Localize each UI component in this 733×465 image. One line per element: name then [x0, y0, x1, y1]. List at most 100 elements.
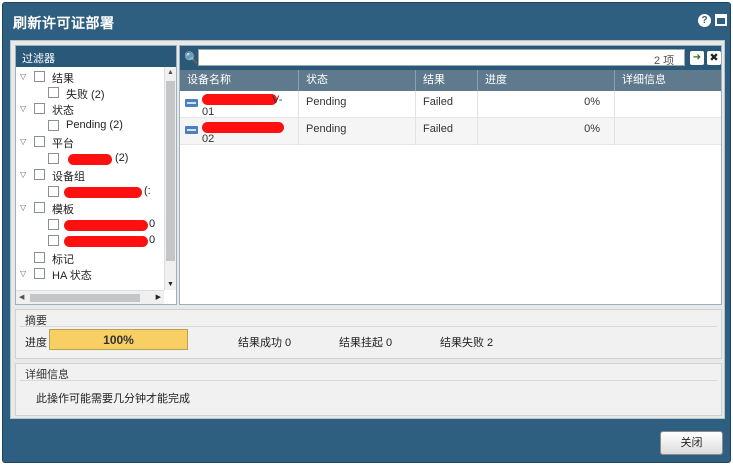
expand-icon[interactable]: ▽ [20, 104, 26, 113]
table-row[interactable]: 02 Pending Failed 0% [180, 118, 721, 145]
device-panel: 🔍 2 项 ➜ ✖ 设备名称 状态 结果 进度 详细信息 V- 01 Pendi… [179, 45, 722, 305]
apply-filter-button[interactable]: ➜ [690, 51, 704, 65]
column-header-result[interactable]: 结果 [416, 70, 478, 91]
progress-text: 0% [584, 123, 600, 135]
scroll-left-icon[interactable]: ◀ [19, 293, 24, 301]
filter-tree: ▽ 结果 失败 (2) ▽ 状态 Pending (2) ▽ 平台 (2) ▽ … [16, 67, 164, 290]
tree-label: 模板 [52, 204, 74, 216]
tree-label: 结果 [52, 73, 74, 85]
device-icon [185, 99, 198, 107]
details-message: 此操作可能需要几分钟才能完成 [36, 393, 190, 405]
tree-label: (2) [115, 152, 129, 164]
tree-label: 状态 [52, 105, 74, 117]
checkbox[interactable] [34, 252, 45, 263]
column-header-device-name[interactable]: 设备名称 [180, 70, 299, 91]
device-name-cell: 02 [180, 118, 299, 145]
tree-label: 标记 [52, 254, 74, 266]
status-cell: Pending [299, 118, 416, 145]
clear-filter-button[interactable]: ✖ [707, 51, 721, 65]
search-bar: 🔍 2 项 ➜ ✖ [180, 46, 721, 70]
scroll-up-icon[interactable]: ▲ [167, 69, 174, 76]
search-input[interactable] [198, 49, 685, 66]
device-name-cell: V- 01 [180, 91, 299, 118]
redaction-mark [68, 154, 112, 165]
tree-label: Pending (2) [66, 119, 123, 131]
expand-icon[interactable]: ▽ [20, 170, 26, 179]
search-icon: 🔍 [184, 51, 199, 65]
checkbox[interactable] [48, 153, 59, 164]
filter-horizontal-scrollbar[interactable]: ◀ ▶ [16, 290, 164, 304]
details-cell [615, 118, 723, 145]
divider [20, 326, 717, 327]
result-pending-count: 结果挂起 0 [339, 337, 393, 349]
result-failed-count: 结果失败 2 [440, 337, 494, 349]
checkbox[interactable] [48, 120, 59, 131]
checkbox[interactable] [48, 87, 59, 98]
table-row[interactable]: V- 01 Pending Failed 0% [180, 91, 721, 118]
result-cell: Failed [416, 118, 478, 145]
tree-label: 平台 [52, 138, 74, 150]
dialog-title: 刷新许可证部署 [13, 15, 115, 31]
tree-label: 设备组 [52, 171, 85, 183]
device-name: V- [272, 94, 283, 106]
tree-label: HA 状态 [52, 270, 92, 282]
device-name-suffix: 01 [202, 106, 215, 118]
redaction-mark [202, 122, 284, 133]
device-name-suffix: 02 [202, 133, 215, 145]
status-text: Pending [306, 96, 347, 108]
expand-icon[interactable]: ▽ [20, 203, 26, 212]
progress-cell: 0% [478, 91, 615, 118]
device-grid-header: 设备名称 状态 结果 进度 详细信息 [180, 70, 721, 91]
filter-panel: 过滤器 ▽ 结果 失败 (2) ▽ 状态 Pending (2) ▽ 平台 (2… [15, 45, 177, 305]
device-icon [185, 126, 198, 134]
column-header-details[interactable]: 详细信息 [615, 70, 723, 91]
checkbox[interactable] [34, 136, 45, 147]
progress-percent: 100% [103, 333, 134, 347]
tree-label: (: [144, 185, 151, 197]
scroll-down-icon[interactable]: ▼ [167, 281, 174, 288]
filter-header: 过滤器 [16, 46, 176, 67]
tree-label: 0 [149, 218, 156, 230]
maximize-icon[interactable] [715, 14, 727, 26]
result-text: Failed [423, 123, 453, 135]
result-count: 2 项 [654, 55, 675, 67]
expand-icon[interactable]: ▽ [20, 72, 26, 81]
progress-text: 0% [584, 96, 600, 108]
divider [20, 380, 717, 381]
details-section: 详细信息 此操作可能需要几分钟才能完成 [15, 363, 722, 416]
progress-label: 进度 [25, 337, 47, 349]
tree-label: 0 [149, 234, 156, 246]
checkbox[interactable] [34, 71, 45, 82]
checkbox[interactable] [34, 169, 45, 180]
dialog-content: 过滤器 ▽ 结果 失败 (2) ▽ 状态 Pending (2) ▽ 平台 (2… [10, 40, 725, 419]
column-header-status[interactable]: 状态 [299, 70, 416, 91]
column-header-progress[interactable]: 进度 [478, 70, 615, 91]
redaction-mark [64, 220, 148, 231]
redaction-mark [64, 236, 148, 247]
expand-icon[interactable]: ▽ [20, 137, 26, 146]
title-bar[interactable]: 刷新许可证部署 ? [3, 3, 730, 39]
expand-icon[interactable]: ▽ [20, 269, 26, 278]
redaction-mark [64, 187, 142, 198]
close-button[interactable]: 关闭 [660, 431, 723, 455]
tree-label: 失败 (2) [66, 89, 105, 101]
status-cell: Pending [299, 91, 416, 118]
result-success-count: 结果成功 0 [238, 337, 292, 349]
status-text: Pending [306, 123, 347, 135]
refresh-license-dialog: 刷新许可证部署 ? 过滤器 ▽ 结果 失败 (2) ▽ 状态 Pending (… [2, 2, 731, 463]
checkbox[interactable] [34, 103, 45, 114]
scroll-thumb[interactable] [166, 81, 175, 261]
checkbox[interactable] [48, 219, 59, 230]
checkbox[interactable] [48, 186, 59, 197]
details-cell [615, 91, 723, 118]
checkbox[interactable] [34, 202, 45, 213]
progress-bar: 100% [49, 329, 188, 350]
help-icon[interactable]: ? [698, 14, 711, 27]
result-cell: Failed [416, 91, 478, 118]
redaction-mark [202, 94, 277, 105]
checkbox[interactable] [34, 268, 45, 279]
checkbox[interactable] [48, 235, 59, 246]
scroll-thumb[interactable] [30, 294, 140, 302]
filter-vertical-scrollbar[interactable]: ▲ ▼ [164, 67, 176, 290]
scroll-right-icon[interactable]: ▶ [156, 293, 161, 301]
